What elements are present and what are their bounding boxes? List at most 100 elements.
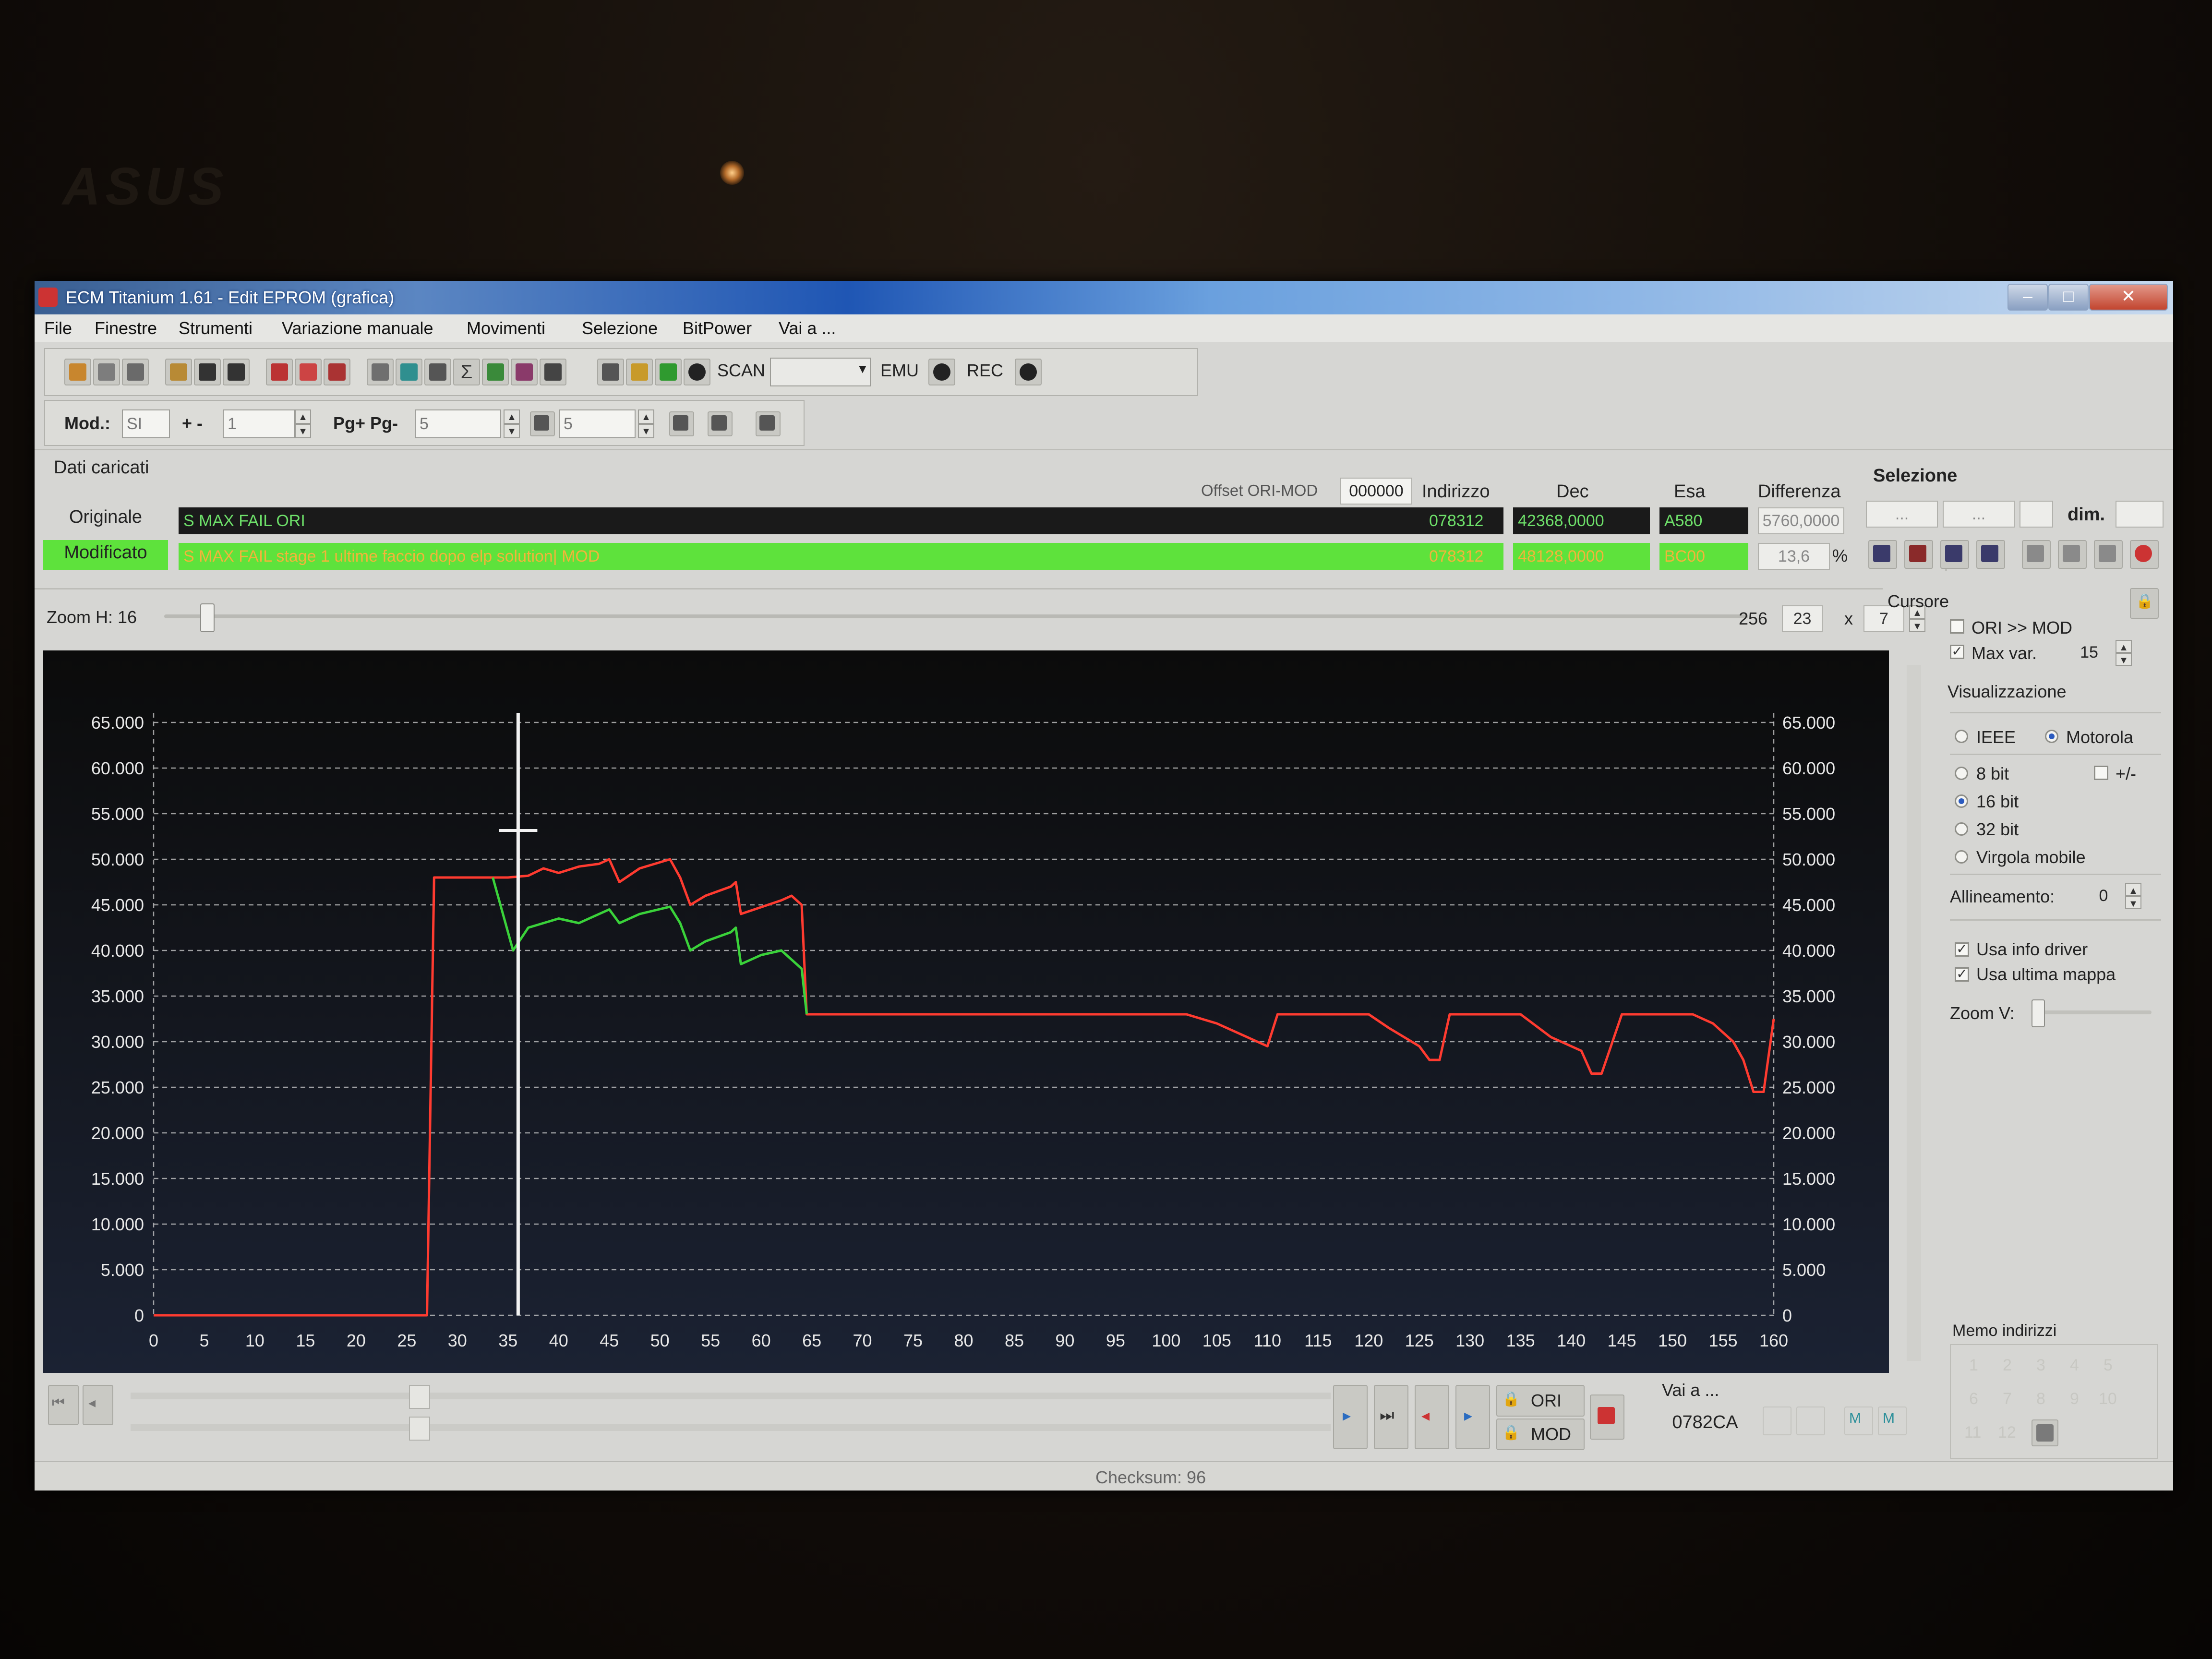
selection-extra-field[interactable] [2020, 501, 2053, 528]
scan-select[interactable] [770, 358, 871, 386]
offset-field[interactable]: 000000 [1340, 478, 1412, 505]
calc-button[interactable] [669, 411, 694, 436]
memo-left-button[interactable]: M [1844, 1407, 1873, 1435]
mod-button[interactable]: 🔒 MOD [1496, 1419, 1585, 1450]
menu-strumenti[interactable]: Strumenti [179, 318, 252, 338]
menu-bitpower[interactable]: BitPower [683, 318, 752, 338]
memo-slot-1[interactable]: 1 [1969, 1356, 1978, 1375]
memo-save-button[interactable] [2032, 1419, 2058, 1446]
max-var-down[interactable]: ▼ [2116, 653, 2132, 666]
next-diff-button[interactable]: ▸ [1455, 1385, 1490, 1449]
memo-right-button[interactable]: M [1878, 1407, 1907, 1435]
memo-slot-2[interactable]: 2 [2003, 1356, 2012, 1375]
menu-file[interactable]: File [44, 318, 72, 338]
use-driver-checkbox[interactable]: ✓ [1955, 942, 1969, 957]
max-var-field[interactable]: 15 [2065, 640, 2113, 666]
maps-button[interactable] [367, 359, 394, 385]
swap-button[interactable] [1590, 1395, 1624, 1440]
page-down-arrow[interactable]: ▼ [504, 424, 520, 438]
windows-button[interactable] [93, 359, 120, 385]
align-up[interactable]: ▲ [2125, 883, 2141, 896]
compare-button[interactable] [295, 359, 322, 385]
memo-slot-3[interactable]: 3 [2036, 1356, 2045, 1375]
copy-button[interactable] [122, 359, 149, 385]
page-step-field[interactable]: 5 [415, 409, 501, 438]
sel-tool-3[interactable] [1940, 540, 1969, 569]
max-var-up[interactable]: ▲ [2116, 640, 2132, 653]
checksum-button[interactable] [266, 359, 293, 385]
memo-slot-7[interactable]: 7 [2003, 1390, 2012, 1408]
horizontal-scrollbar-mod[interactable] [131, 1424, 1331, 1431]
ori-button[interactable]: 🔒 ORI [1496, 1385, 1585, 1417]
sel-tool-1[interactable] [1868, 540, 1897, 569]
last-button[interactable]: ⏭ [1374, 1385, 1408, 1449]
memo-slot-8[interactable]: 8 [2036, 1390, 2045, 1408]
memo-slot-10[interactable]: 10 [2099, 1390, 2117, 1408]
m-button[interactable] [708, 411, 733, 436]
menu-finestre[interactable]: Finestre [95, 318, 157, 338]
page-up-arrow[interactable]: ▲ [504, 409, 520, 424]
save-button[interactable] [194, 359, 221, 385]
memo-slot-11[interactable]: 11 [1964, 1423, 1981, 1442]
sel-tool-7[interactable] [2094, 540, 2123, 569]
vertical-scrollbar[interactable] [1907, 665, 1921, 1361]
32bit-radio[interactable] [1955, 822, 1968, 836]
first-button[interactable]: ⏮ [48, 1385, 79, 1425]
calendar-button[interactable] [324, 359, 350, 385]
home-button[interactable] [64, 359, 91, 385]
align-left-button[interactable] [1763, 1407, 1791, 1435]
ori-mod-checkbox[interactable] [1950, 619, 1964, 634]
close-button[interactable]: ✕ [2089, 284, 2168, 311]
driver-button[interactable] [396, 359, 422, 385]
sel-tool-5[interactable] [2022, 540, 2051, 569]
sel-tool-2[interactable] [1904, 540, 1933, 569]
memo-slot-5[interactable]: 5 [2104, 1356, 2113, 1375]
minimize-button[interactable]: – [2008, 284, 2048, 311]
memo-slot-6[interactable]: 6 [1969, 1390, 1978, 1408]
16bit-radio[interactable] [1955, 794, 1968, 808]
search-button[interactable] [540, 359, 566, 385]
open-button[interactable] [165, 359, 192, 385]
sel-tool-4[interactable] [1976, 540, 2005, 569]
selection-end-field[interactable]: ... [1943, 501, 2015, 528]
graph-button[interactable] [482, 359, 509, 385]
horizontal-scrollbar-ori[interactable] [131, 1393, 1331, 1399]
next-button[interactable]: ▸ [1333, 1385, 1368, 1449]
selection-start-field[interactable]: ... [1866, 501, 1938, 528]
step-field[interactable]: 1 [223, 409, 295, 438]
sel-tool-6[interactable] [2058, 540, 2087, 569]
zoom-h-slider[interactable] [200, 603, 215, 632]
lock-button[interactable] [626, 359, 653, 385]
info-button[interactable] [756, 411, 781, 436]
run-button[interactable] [655, 359, 682, 385]
align-field[interactable]: 0 [2084, 883, 2123, 909]
prev-diff-button[interactable]: ◂ [1415, 1385, 1449, 1449]
list-button[interactable] [511, 359, 538, 385]
align-right-button[interactable] [1796, 1407, 1825, 1435]
sign-checkbox[interactable] [2094, 766, 2108, 780]
cursor-lock-button[interactable]: 🔒 [2130, 588, 2159, 619]
sel-tool-8[interactable] [2130, 540, 2159, 569]
motorola-radio[interactable] [2045, 730, 2058, 743]
columns-field[interactable]: 23 [1782, 605, 1823, 632]
ieee-radio[interactable] [1955, 730, 1968, 743]
memo-slot-12[interactable]: 12 [1998, 1423, 2016, 1442]
scroll-thumb-ori[interactable] [409, 1385, 430, 1409]
menu-movimenti[interactable]: Movimenti [467, 318, 545, 338]
export-button[interactable] [424, 359, 451, 385]
prev-button[interactable]: ◂ [83, 1385, 113, 1425]
goto-field[interactable]: 0782CA [1652, 1410, 1758, 1440]
maximize-button[interactable]: □ [2048, 284, 2089, 311]
step-down-arrow[interactable]: ▼ [295, 424, 311, 438]
p-button[interactable] [530, 411, 555, 436]
align-down[interactable]: ▼ [2125, 896, 2141, 909]
zoom-v-slider[interactable] [2032, 999, 2045, 1027]
save-as-button[interactable] [223, 359, 250, 385]
p-up-arrow[interactable]: ▲ [638, 409, 654, 424]
mod-field[interactable]: SI [122, 409, 170, 438]
table-button[interactable] [597, 359, 624, 385]
menu-vai-a[interactable]: Vai a ... [779, 318, 836, 338]
dim-field[interactable] [2116, 501, 2164, 528]
p-down-arrow[interactable]: ▼ [638, 424, 654, 438]
memo-slot-4[interactable]: 4 [2070, 1356, 2079, 1375]
